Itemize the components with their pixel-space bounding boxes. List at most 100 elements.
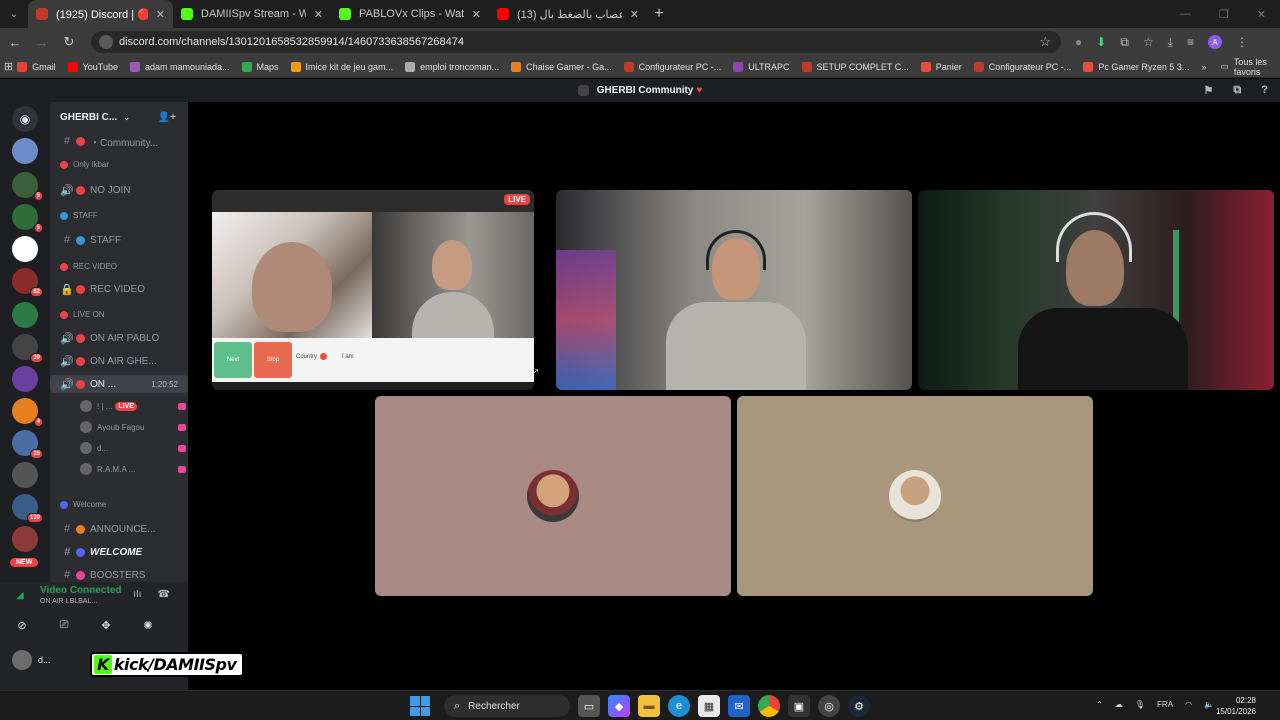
guild-icon[interactable] [12, 526, 38, 552]
channel-item[interactable]: 🔊 ON AIR GHE... [50, 352, 188, 370]
browser-tab[interactable]: (1925) Discord | 🔴・ON AIR ✕ [28, 0, 173, 28]
profile-avatar[interactable]: A [1207, 35, 1222, 49]
stream-tile-screen-share[interactable]: Next Stop Country I am LIVE [212, 190, 534, 390]
cloud-icon[interactable]: ☁ [1115, 700, 1123, 709]
bookmark-item[interactable]: emploi troncoman... [405, 61, 499, 72]
inbox-flag-icon[interactable]: ⚑ [1204, 84, 1214, 97]
camera-off-icon[interactable]: ⊘ [12, 616, 32, 634]
guild-icon[interactable] [12, 366, 38, 392]
menu-icon[interactable]: ⋮ [1236, 35, 1248, 49]
address-bar[interactable]: discord.com/channels/1301201658532859914… [91, 31, 1061, 53]
downloads-icon[interactable]: ⤓ [1168, 35, 1173, 50]
chrome-icon[interactable] [758, 695, 780, 717]
invite-user-icon[interactable]: 👤+ [158, 112, 176, 123]
bookmark-item[interactable]: Panier [920, 61, 962, 72]
popout-icon[interactable]: ⧉ [1233, 84, 1241, 97]
activities-icon[interactable]: ✥ [96, 616, 116, 634]
channel-category[interactable]: Welcome [60, 500, 106, 509]
guild-icon[interactable]: 39 [12, 334, 43, 363]
more-bookmarks-icon[interactable]: » [1201, 62, 1206, 72]
help-icon[interactable]: ? [1261, 84, 1268, 97]
obs-icon[interactable]: ◎ [818, 695, 840, 717]
expand-icon[interactable]: ⤢ [530, 368, 538, 379]
guild-icon[interactable]: 26 [12, 430, 43, 459]
tab-close-icon[interactable]: ✕ [472, 8, 481, 21]
channel-item[interactable]: # WELCOME [50, 543, 188, 561]
voice-user[interactable]: d... [80, 439, 186, 457]
stream-tile-camera[interactable] [556, 190, 912, 390]
mail-icon[interactable]: ✉ [728, 695, 750, 717]
bookmark-star-icon[interactable]: ☆ [1039, 34, 1051, 50]
favorites-icon[interactable]: ☆ [1143, 35, 1154, 49]
bookmark-item[interactable]: SETUP COMPLET C... [801, 61, 909, 72]
store-icon[interactable]: ▦ [698, 695, 720, 717]
voice-tile-user[interactable] [737, 396, 1093, 596]
site-info-icon[interactable] [99, 35, 113, 49]
browser-tab[interactable]: DAMIISpv Stream - Watch Live ✕ [173, 0, 331, 28]
guild-icon[interactable]: 4 [12, 398, 43, 427]
bookmark-item[interactable]: Gmail [17, 61, 56, 72]
all-bookmarks[interactable]: ▭ Tous les favoris [1220, 57, 1270, 77]
bookmark-item[interactable]: Configurateur PC -... [973, 61, 1071, 72]
guild-icon[interactable]: 82 [12, 268, 43, 297]
guild-icon[interactable] [12, 302, 38, 328]
task-view-icon[interactable]: ▭ [578, 695, 600, 717]
voice-user[interactable]: ! | ... LIVE [80, 397, 186, 415]
channel-item[interactable]: # BOOSTERS [50, 566, 188, 582]
share-screen-icon[interactable]: ⎚ [54, 616, 74, 634]
channel-item[interactable]: # ・Community... [50, 132, 188, 150]
channel-item[interactable]: 🔊 ON AIR PABLO [50, 329, 188, 347]
guild-icon[interactable]: 5 [12, 172, 43, 201]
tab-close-icon[interactable]: ✕ [630, 8, 639, 21]
minimize-icon[interactable]: — [1180, 8, 1191, 21]
bookmark-item[interactable]: adam mamouniada... [129, 61, 230, 72]
noise-suppression-icon[interactable]: ıIı [133, 589, 141, 600]
media-icon[interactable]: ≡ [1187, 35, 1194, 49]
channel-category[interactable]: Only lkbar [60, 160, 109, 169]
tray-chevron-icon[interactable]: ⌃ [1096, 700, 1103, 709]
taskbar-search[interactable]: ⌕ Rechercher [444, 695, 570, 717]
volume-icon[interactable]: 🔈 [1204, 700, 1214, 709]
tab-search-icon[interactable]: ⌄ [0, 0, 28, 28]
mic-icon[interactable]: 🎙 [1135, 700, 1145, 709]
channel-item[interactable]: # STAFF [50, 231, 188, 249]
channel-category[interactable]: REC VIDEO [60, 262, 117, 271]
bookmark-item[interactable]: Chaise Gamer - Ga... [511, 61, 612, 72]
new-tab-button[interactable]: + [647, 5, 671, 23]
channel-item[interactable]: 🔊 ON ... 1:20:52 [50, 375, 188, 393]
voice-user[interactable]: R.A.M.A ... [80, 460, 186, 478]
tab-close-icon[interactable]: ✕ [156, 8, 165, 21]
extension-dot-icon[interactable]: ● [1075, 35, 1082, 49]
close-window-icon[interactable]: ✕ [1257, 8, 1266, 21]
forward-icon[interactable]: → [30, 35, 54, 50]
server-header[interactable]: GHERBI C... ⌄ 👤+ [50, 102, 188, 132]
edge-icon[interactable]: e [668, 695, 690, 717]
guild-icon[interactable] [12, 138, 38, 164]
bookmark-item[interactable]: Configurateur PC -... [623, 61, 721, 72]
stream-tile-camera[interactable] [918, 190, 1274, 390]
soundboard-icon[interactable]: ✺ [138, 616, 158, 634]
download-extension-icon[interactable]: ⬇ [1096, 35, 1106, 49]
channel-category[interactable]: STAFF [60, 211, 98, 220]
disconnect-icon[interactable]: ☎ [158, 589, 170, 600]
channel-item[interactable]: 🔊 NO JOIN [50, 181, 188, 199]
user-panel[interactable]: d... [12, 650, 51, 670]
guild-icon[interactable] [12, 462, 38, 488]
windows-start-icon[interactable] [410, 696, 430, 716]
steam-icon[interactable]: ⚙ [848, 695, 870, 717]
voice-channel-name[interactable]: ON AIR LBLBAL... [40, 598, 97, 605]
extensions-icon[interactable]: ⧉ [1120, 35, 1129, 50]
copilot-icon[interactable]: ◆ [608, 695, 630, 717]
guild-icon[interactable] [12, 236, 38, 262]
language-indicator[interactable]: FRA [1157, 700, 1173, 709]
browser-tab[interactable]: PABLOVx Clips - Watch Live or... ✕ [331, 0, 489, 28]
wifi-icon[interactable]: ◠ [1185, 700, 1192, 709]
channel-item[interactable]: # ANNOUNCE... [50, 520, 188, 538]
browser-tab[interactable]: (13) ماش بالاعصاب بالضغط بال ✕ [489, 0, 647, 28]
bookmark-item[interactable]: Maps [241, 61, 279, 72]
guild-icon[interactable]: 5 [12, 204, 43, 233]
bookmark-item[interactable]: YouTube [67, 61, 118, 72]
discord-home-icon[interactable]: ◉ [12, 106, 38, 132]
bookmark-item[interactable]: Imice kit de jeu gam... [290, 61, 393, 72]
clock[interactable]: 02:28 15/01/2026 [1216, 695, 1256, 717]
